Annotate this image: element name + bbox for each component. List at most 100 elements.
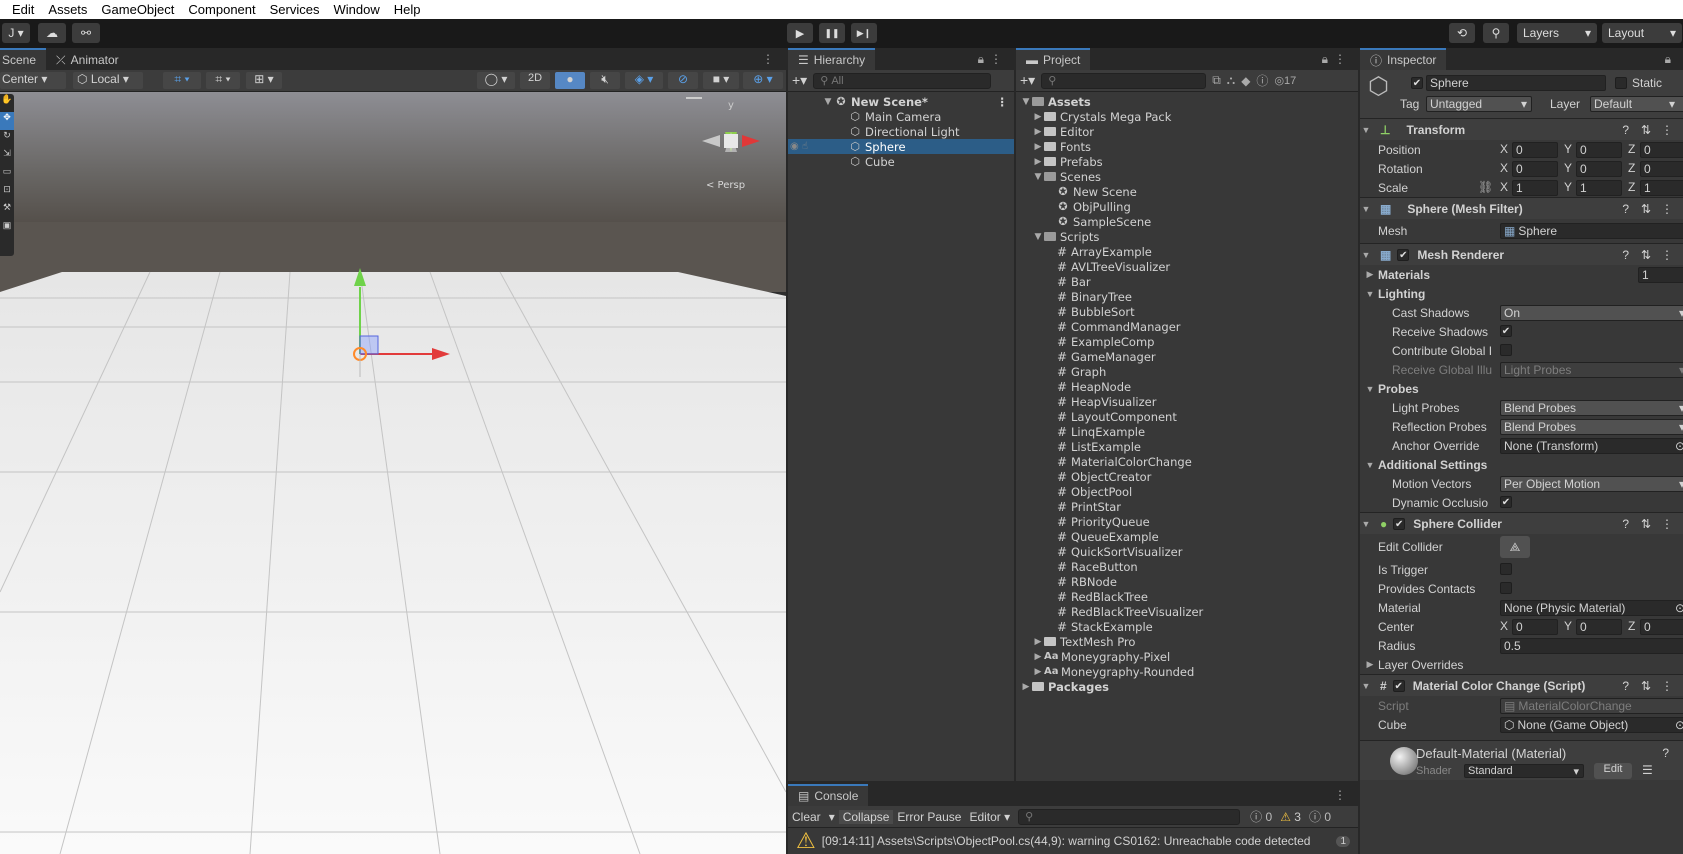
info-count-button[interactable]: ⓘ 0	[1246, 808, 1276, 825]
collapse-button[interactable]: Collapse	[838, 809, 894, 824]
move-tool-icon[interactable]: ✥	[0, 112, 14, 130]
visibility-icon[interactable]: ◉ ☝	[790, 141, 808, 152]
project-folder[interactable]: ▶ Prefabs	[1016, 154, 1358, 169]
tab-scene[interactable]: Scene	[0, 48, 47, 70]
console-menu-icon[interactable]: ⋮	[1334, 788, 1352, 802]
snap-increment-icon[interactable]: ⌗ ▾	[206, 72, 240, 89]
grid-snap-icon[interactable]: ⌗ ▾	[163, 72, 201, 89]
project-scene-item[interactable]: ✪ SampleScene	[1016, 214, 1358, 229]
expand-arrow-icon[interactable]: ▼	[1032, 172, 1044, 182]
component-help-icon[interactable]: ?	[1622, 679, 1629, 693]
project-script-item[interactable]: # RaceButton	[1016, 559, 1358, 574]
project-script-item[interactable]: # GameManager	[1016, 349, 1358, 364]
step-button[interactable]: ▶❙	[851, 23, 877, 43]
audio-icon[interactable]: 🔇︎	[590, 72, 620, 89]
lock-icon[interactable]: 🔒︎⋮	[978, 52, 1008, 67]
component-preset-icon[interactable]: ⇅	[1641, 517, 1651, 531]
component-help-icon[interactable]: ?	[1622, 248, 1629, 262]
console-search-input[interactable]: ⚲	[1018, 808, 1241, 825]
active-checkbox[interactable]: ✔	[1411, 77, 1423, 89]
component-menu-icon[interactable]: ⋮	[1661, 202, 1673, 216]
hierarchy-item-selected[interactable]: ◉ ☝ ⬡ Sphere	[788, 139, 1014, 154]
pause-button[interactable]: ❚❚	[819, 23, 845, 43]
project-script-item[interactable]: # PrintStar	[1016, 499, 1358, 514]
mesh-filter-header[interactable]: ▼ ▦ Sphere (Mesh Filter) ? ⇅ ⋮	[1360, 197, 1683, 219]
collapse-arrow-icon[interactable]: ▼	[1360, 125, 1372, 135]
collapse-arrow-icon[interactable]: ▼	[1360, 204, 1372, 214]
menu-window[interactable]: Window	[326, 2, 386, 17]
transform-y-field[interactable]: 0	[1576, 142, 1622, 158]
search-by-type-icon[interactable]: ⧉	[1212, 73, 1221, 88]
menu-assets[interactable]: Assets	[41, 2, 94, 17]
expand-arrow-icon[interactable]: ▼	[1364, 460, 1376, 470]
cube-field[interactable]: ⬡None (Game Object)⊙	[1500, 717, 1683, 733]
component-help-icon[interactable]: ?	[1622, 517, 1629, 531]
radius-field[interactable]: 0.5	[1500, 638, 1683, 654]
shader-dropdown[interactable]: Standard ▾	[1464, 764, 1584, 778]
component-help-icon[interactable]: ?	[1622, 202, 1629, 216]
project-font-item[interactable]: ▶ Aa Moneygraphy-Pixel	[1016, 649, 1358, 664]
constrain-proportions-icon[interactable]: ⛓	[1478, 180, 1493, 194]
hierarchy-item[interactable]: ⬡ Cube	[788, 154, 1014, 169]
menu-edit[interactable]: Edit	[0, 2, 41, 17]
transform-x-field[interactable]: 0	[1512, 161, 1558, 177]
warning-count-button[interactable]: ⚠ 3	[1276, 810, 1305, 824]
expand-arrow-icon[interactable]: ▶	[1032, 637, 1044, 647]
custom-tool-icon[interactable]: ⚒	[0, 202, 14, 220]
static-checkbox[interactable]	[1615, 77, 1627, 89]
scene-viewport[interactable]: y < Persp ✋ ✥ ↻ ⇲ ▭ ⊡ ⚒ ▣	[0, 92, 786, 854]
project-scene-item[interactable]: ✪ ObjPulling	[1016, 199, 1358, 214]
project-search-input[interactable]: ⚲	[1041, 72, 1207, 89]
panel-menu-icon[interactable]: ⋮	[762, 52, 780, 66]
transform-x-field[interactable]: 1	[1512, 180, 1558, 196]
edit-collider-button[interactable]: ⟁	[1500, 536, 1530, 558]
component-help-icon[interactable]: ?	[1622, 123, 1629, 137]
scene-menu-icon[interactable]: ⋮	[997, 95, 1009, 109]
filter-icon[interactable]: ⛬	[1227, 73, 1235, 88]
expand-arrow-icon[interactable]: ▶	[1032, 667, 1044, 677]
project-script-item[interactable]: # PriorityQueue	[1016, 514, 1358, 529]
tool-extra-icon[interactable]: ▣	[0, 220, 14, 238]
layer-dropdown[interactable]: Default ▾	[1590, 96, 1683, 112]
project-script-item[interactable]: # ListExample	[1016, 439, 1358, 454]
project-script-item[interactable]: # LinqExample	[1016, 424, 1358, 439]
hierarchy-item[interactable]: ⬡ Main Camera	[788, 109, 1014, 124]
menu-help[interactable]: Help	[387, 2, 428, 17]
create-button[interactable]: +▾	[1020, 72, 1035, 89]
hidden-objects-icon[interactable]: ⊘	[668, 72, 698, 89]
console-message-row[interactable]: ⚠ [09:14:11] Assets\Scripts\ObjectPool.c…	[788, 828, 1358, 854]
project-script-item[interactable]: # RedBlackTree	[1016, 589, 1358, 604]
transform-z-field[interactable]: 1	[1640, 180, 1683, 196]
project-script-item[interactable]: # QuickSortVisualizer	[1016, 544, 1358, 559]
scale-tool-icon[interactable]: ⇲	[0, 148, 14, 166]
material-help-icon[interactable]: ?	[1662, 746, 1669, 760]
component-menu-icon[interactable]: ⋮	[1661, 248, 1673, 262]
script-enabled-checkbox[interactable]: ✔	[1392, 679, 1405, 692]
transform-header[interactable]: ▼ ⊥ Transform ? ⇅ ⋮	[1360, 118, 1683, 140]
contribute-gi-checkbox[interactable]	[1500, 344, 1512, 356]
project-script-item[interactable]: # HeapVisualizer	[1016, 394, 1358, 409]
mesh-renderer-header[interactable]: ▼ ▦ ✔ Mesh Renderer ? ⇅ ⋮	[1360, 243, 1683, 265]
camera-icon[interactable]: ■ ▾	[703, 72, 739, 89]
material-edit-button[interactable]: Edit	[1594, 763, 1632, 779]
account-dropdown[interactable]: J ▾	[2, 23, 30, 43]
collapse-arrow-icon[interactable]: ▼	[1360, 519, 1372, 529]
gizmos-icon[interactable]: ⊕ ▾	[743, 72, 783, 89]
center-x-field[interactable]: 0	[1512, 619, 1558, 635]
expand-arrow-icon[interactable]: ▼	[1364, 289, 1376, 299]
project-folder[interactable]: ▶ Crystals Mega Pack	[1016, 109, 1358, 124]
cast-shadows-dropdown[interactable]: On▾	[1500, 305, 1683, 321]
component-menu-icon[interactable]: ⋮	[1661, 123, 1673, 137]
materials-row[interactable]: ▶ Materials 1	[1360, 265, 1683, 284]
shading-mode-icon[interactable]: ◯ ▾	[477, 72, 515, 89]
project-script-item[interactable]: # BubbleSort	[1016, 304, 1358, 319]
material-menu-icon[interactable]: ☰	[1642, 763, 1653, 777]
hand-tool-icon[interactable]: ✋	[0, 94, 14, 112]
project-folder[interactable]: ▶ TextMesh Pro	[1016, 634, 1358, 649]
effects-icon[interactable]: ◈ ▾	[625, 72, 663, 89]
cloud-icon[interactable]: ☁	[38, 23, 66, 43]
expand-arrow-icon[interactable]: ▶	[1032, 127, 1044, 137]
project-folder-assets[interactable]: ▼ Assets	[1016, 94, 1358, 109]
tag-dropdown[interactable]: Untagged ▾	[1426, 96, 1532, 112]
project-folder-scenes[interactable]: ▼ Scenes	[1016, 169, 1358, 184]
